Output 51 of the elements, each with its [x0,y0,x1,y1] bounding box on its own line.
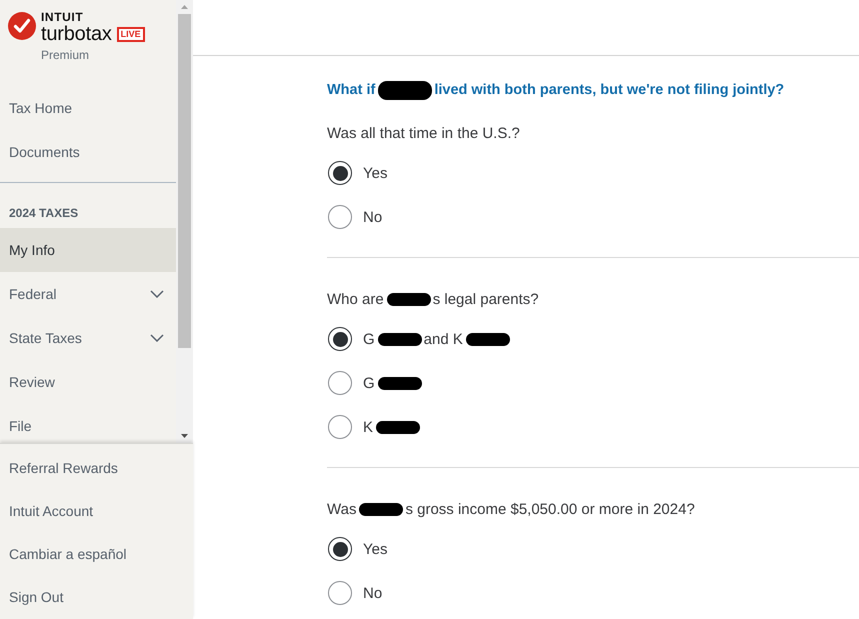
nav-item[interactable]: File [0,404,176,443]
radio-button[interactable] [328,581,352,605]
nav-item[interactable]: Intuit Account [0,489,193,532]
redaction-mark [359,502,404,516]
redaction-mark [378,80,432,100]
brand-name: INTUIT [41,12,84,23]
nav-item[interactable]: My Info [0,228,176,272]
chevron-down-icon [150,334,164,342]
nav-item[interactable]: Cambiar a español [0,532,193,576]
live-badge: LIVE [116,26,145,42]
option-label[interactable]: and K [424,330,463,348]
nav-item[interactable]: Referral Rewards [0,446,193,490]
nav-item[interactable]: Federal [0,272,176,316]
radio-button[interactable] [328,205,352,229]
redaction-mark [466,332,510,346]
option-label[interactable]: G [363,374,375,392]
redaction-mark [378,332,422,346]
redaction-mark [386,292,431,306]
heading-text: What if [327,82,376,98]
checkmark-circle-icon [8,12,36,40]
radio-button[interactable] [328,371,352,395]
radio-button[interactable] [328,327,352,351]
redaction-mark [376,420,420,434]
redaction-mark [378,376,422,390]
question-text: s gross income $5,050.00 or more in 2024? [405,500,695,518]
option-label[interactable]: Yes [363,164,388,182]
section-heading: 2024 TAXES [8,205,80,222]
nav-item[interactable]: Sign Out [0,576,193,619]
option-label[interactable]: Yes [363,540,388,558]
question-text: Was all that time in the U.S.? [327,124,520,142]
question-text: Was [327,500,356,518]
option-label[interactable]: No [363,208,382,226]
option-label[interactable]: No [363,584,382,602]
scroll-up-arrow-icon[interactable] [181,5,188,9]
nav-item[interactable]: Review [0,360,176,404]
scrollbar-thumb[interactable] [178,14,191,348]
radio-button[interactable] [328,537,352,561]
question-text: Who are [327,290,384,308]
chevron-down-icon [150,290,164,298]
nav-item[interactable]: State Taxes [0,316,176,360]
radio-button[interactable] [328,415,352,439]
option-label[interactable]: K [363,418,374,436]
heading-text: lived with both parents, but we're not filing jointly? [434,82,784,98]
question-text: s legal parents? [432,290,539,308]
edition-label: Premium [41,48,90,62]
product-name: turbotax [41,24,112,44]
option-label[interactable]: G [363,330,375,348]
radio-button[interactable] [328,161,352,185]
nav-item[interactable]: Documents [0,130,176,174]
scroll-down-arrow-icon[interactable] [181,434,188,438]
nav-item[interactable]: Tax Home [0,86,176,130]
